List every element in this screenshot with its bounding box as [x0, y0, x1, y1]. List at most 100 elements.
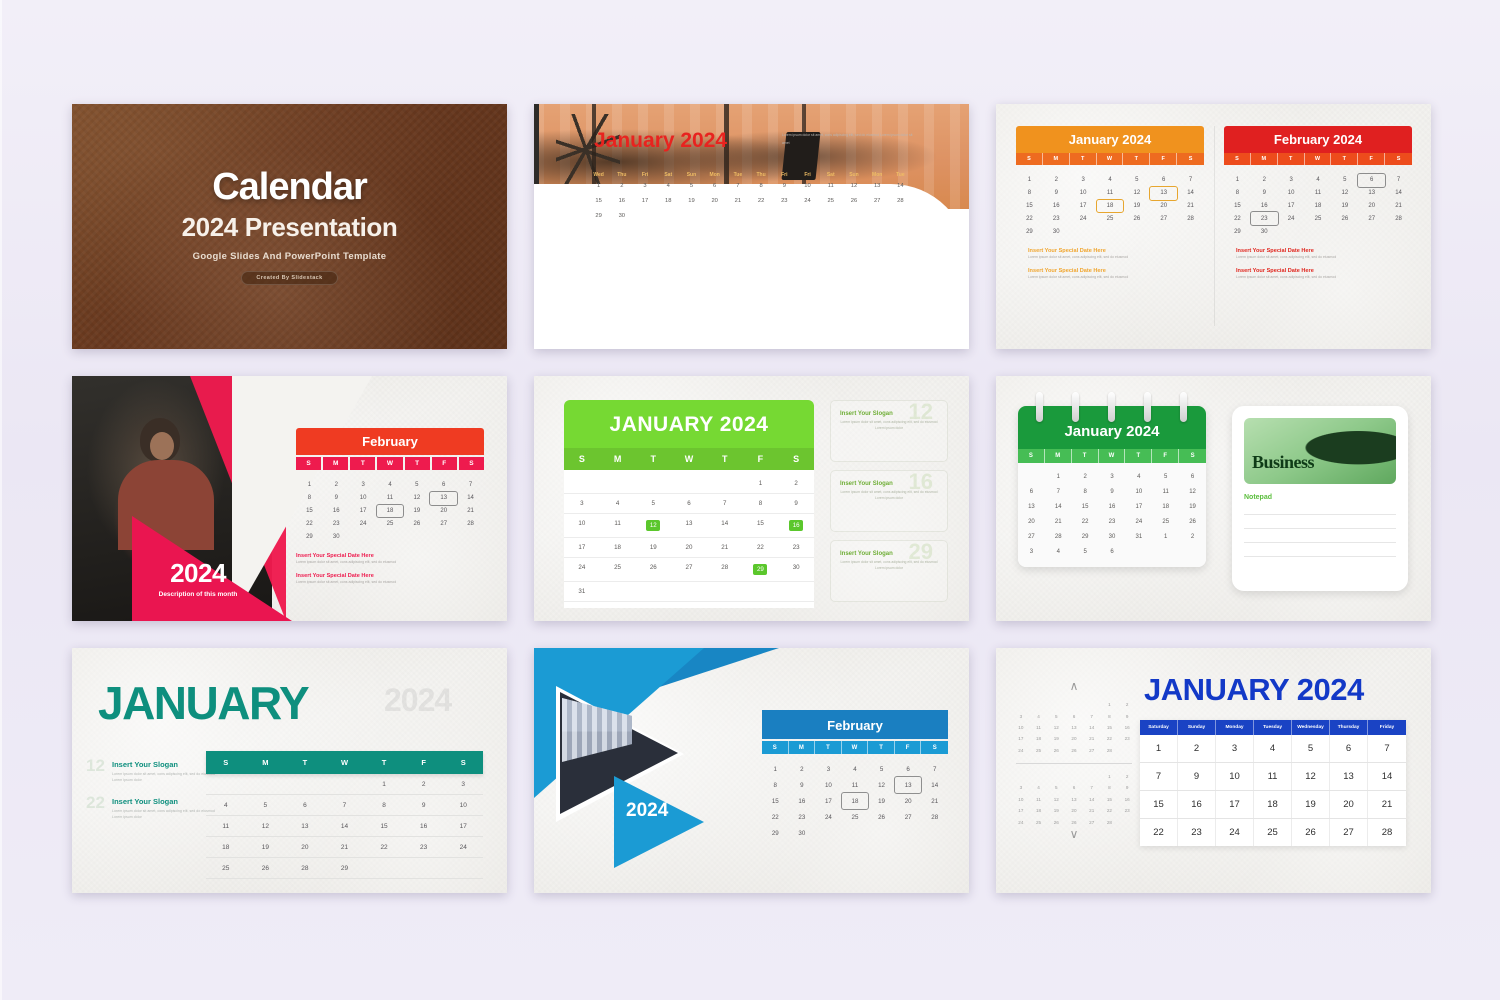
- slide-9-january-table[interactable]: ∧ 1 2 3 4 5 6 7 8 9 10 11 12 13 14 15 16 17 18 19 20 21 22 23 2…: [996, 648, 1431, 893]
- cell[interactable]: 4: [1097, 174, 1124, 187]
- cell[interactable]: 14: [1177, 187, 1204, 200]
- cell[interactable]: 18: [1305, 200, 1332, 213]
- cell[interactable]: 6: [895, 761, 922, 777]
- cell[interactable]: 4: [842, 761, 869, 777]
- table-cell[interactable]: 19: [1292, 791, 1330, 818]
- cell[interactable]: 24: [1125, 514, 1152, 529]
- cell[interactable]: 7: [1045, 484, 1072, 499]
- cell[interactable]: 19: [245, 837, 286, 858]
- slogan-item[interactable]: 22 Insert Your Slogan Lorem ipsum dolor si…: [86, 793, 218, 821]
- cell[interactable]: 2: [778, 474, 814, 494]
- cell[interactable]: [706, 474, 743, 494]
- february-days[interactable]: 1 2 3 4 5 6 7 8 9 10 11 12 13 14 15 16 17 18 19 20 21 22 23 24 2…: [1224, 165, 1412, 238]
- cell[interactable]: 29: [742, 558, 779, 582]
- table-cell[interactable]: 12: [1292, 763, 1330, 790]
- cell[interactable]: 11: [1152, 484, 1179, 499]
- chevron-down-icon[interactable]: ∨: [1012, 828, 1136, 840]
- table-cell[interactable]: 24: [1216, 819, 1254, 846]
- slide-8-february-blue[interactable]: 2024 February SMTWTFS 1 2 3 4 5 6 7 8 9 10 11 12 13 1…: [534, 648, 969, 893]
- cell[interactable]: [324, 774, 365, 795]
- cell[interactable]: 19: [1331, 200, 1358, 213]
- slide-3-two-months[interactable]: January 2024 SMTWTFS 1 2 3 4 5 6 7 8 9 10 11 12 13 14…: [996, 104, 1431, 349]
- cell[interactable]: [635, 582, 672, 602]
- cell[interactable]: 13: [893, 776, 923, 794]
- cell[interactable]: [564, 474, 600, 494]
- cell[interactable]: 2: [403, 774, 444, 795]
- cell[interactable]: 20: [671, 538, 707, 558]
- cell[interactable]: 24: [564, 558, 600, 582]
- cell[interactable]: 18: [206, 837, 246, 858]
- cell[interactable]: 19: [1123, 200, 1150, 213]
- cell[interactable]: 14: [706, 514, 743, 538]
- cell[interactable]: 27: [1358, 212, 1385, 225]
- cell[interactable]: 10: [815, 777, 842, 793]
- cell[interactable]: 18: [1095, 198, 1125, 214]
- days-grid[interactable]: 1 2 3 4 5 6 7 8 9 10 11 12 13 14 15 16 17 18 19 20 21 22 23 24 2…: [762, 754, 948, 841]
- days-grid[interactable]: 1 2 3 4 5 6 6 7 8 9 10 11 12 13 14 15 16 17 18 19 20 21 22 23 24…: [1018, 463, 1206, 567]
- cell[interactable]: [1331, 225, 1358, 238]
- cell[interactable]: 26: [868, 809, 895, 825]
- cell[interactable]: [671, 582, 707, 602]
- table-cell[interactable]: 10: [1216, 763, 1254, 790]
- cell[interactable]: 25: [1305, 212, 1332, 225]
- cell[interactable]: 16: [1099, 499, 1126, 514]
- cell[interactable]: 14: [324, 816, 365, 837]
- cell[interactable]: 23: [403, 837, 444, 858]
- cell[interactable]: 28: [285, 858, 325, 879]
- cell[interactable]: 22: [742, 538, 779, 558]
- cell[interactable]: 4: [1305, 174, 1332, 187]
- cell[interactable]: 16: [1251, 200, 1278, 213]
- cell[interactable]: 29: [1072, 529, 1099, 544]
- table-cell[interactable]: 15: [1140, 791, 1178, 818]
- cell[interactable]: 1: [364, 774, 404, 795]
- cell[interactable]: 13: [1149, 185, 1179, 201]
- cell[interactable]: 11: [206, 816, 246, 837]
- cell[interactable]: 2: [1072, 469, 1099, 484]
- cell[interactable]: 21: [1045, 514, 1072, 529]
- cell[interactable]: 3: [1099, 469, 1126, 484]
- cell[interactable]: 3: [564, 494, 600, 514]
- cell[interactable]: 22: [1072, 514, 1099, 529]
- cell[interactable]: 28: [1385, 212, 1412, 225]
- table-cell[interactable]: 7: [1140, 763, 1178, 790]
- table-cell[interactable]: 17: [1216, 791, 1254, 818]
- cell[interactable]: 30: [323, 530, 350, 543]
- cell[interactable]: 7: [1385, 174, 1412, 187]
- cell[interactable]: 27: [1018, 529, 1045, 544]
- cell[interactable]: 19: [1179, 499, 1206, 514]
- cell[interactable]: 21: [1177, 200, 1204, 213]
- cell[interactable]: 15: [364, 816, 404, 837]
- cell[interactable]: 13: [285, 816, 325, 837]
- cell[interactable]: 28: [457, 517, 484, 530]
- cell[interactable]: 9: [1099, 484, 1126, 499]
- cell[interactable]: 6: [1179, 469, 1206, 484]
- cell[interactable]: 5: [1331, 174, 1358, 187]
- cell[interactable]: [1179, 544, 1206, 559]
- cell[interactable]: 4: [1125, 469, 1152, 484]
- cell[interactable]: 26: [1179, 514, 1206, 529]
- cell[interactable]: 9: [1251, 187, 1278, 200]
- cell[interactable]: [1358, 225, 1385, 238]
- cell[interactable]: 14: [1385, 187, 1412, 200]
- cell[interactable]: 6: [1150, 174, 1177, 187]
- slogan-card[interactable]: 12 Insert Your Slogan Lorem ipsum dolor si…: [830, 399, 948, 462]
- cell[interactable]: 7: [706, 494, 743, 514]
- cell[interactable]: 17: [564, 538, 600, 558]
- cell[interactable]: 9: [323, 492, 350, 505]
- cell[interactable]: 23: [1043, 212, 1070, 225]
- cell[interactable]: 11: [377, 492, 404, 505]
- cell[interactable]: 15: [1016, 200, 1043, 213]
- cell[interactable]: 16: [1043, 200, 1070, 213]
- cell[interactable]: 6: [671, 494, 707, 514]
- cell[interactable]: 3: [815, 761, 842, 777]
- cell[interactable]: 17: [1125, 499, 1152, 514]
- cell[interactable]: 26: [1123, 212, 1150, 225]
- cell[interactable]: 18: [840, 792, 870, 810]
- table-cell[interactable]: 20: [1330, 791, 1368, 818]
- cell[interactable]: 17: [815, 793, 842, 809]
- slide-6-january-notepad[interactable]: January 2024 SMTWTFS 1 2 3 4 5 6 6 7 8 9 10 11 12 13 1…: [996, 376, 1431, 621]
- cell[interactable]: 8: [364, 795, 404, 816]
- cell[interactable]: 15: [762, 793, 789, 809]
- cell[interactable]: 11: [1097, 187, 1124, 200]
- cell[interactable]: [1125, 544, 1152, 559]
